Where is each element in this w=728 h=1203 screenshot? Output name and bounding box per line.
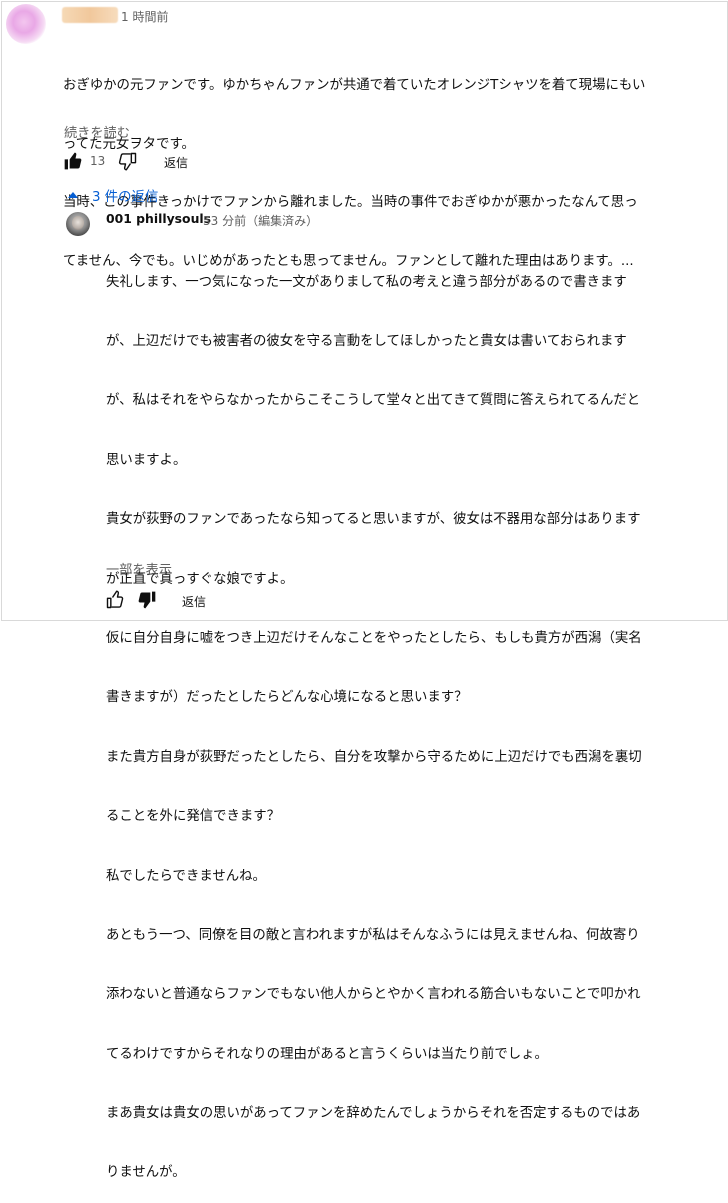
replies-toggle-button[interactable]: 3 件の返信 bbox=[68, 184, 158, 206]
replies-count-label: 3 件の返信 bbox=[92, 190, 159, 205]
show-part-link[interactable]: 一部を表示 bbox=[106, 559, 172, 578]
dislike-filled-icon[interactable] bbox=[137, 590, 157, 610]
reply-text-line: 貴女が荻野のファンであったなら知ってると思いますが、彼女は不器用な部分はあります bbox=[106, 512, 641, 528]
reply-button[interactable]: 返信 bbox=[164, 154, 188, 171]
dislike-outline-icon[interactable] bbox=[118, 151, 138, 171]
read-more-link[interactable]: 続きを読む bbox=[64, 122, 130, 141]
reply-text-line: りませんが。 bbox=[106, 1165, 186, 1181]
like-outline-icon[interactable] bbox=[105, 590, 125, 610]
avatar-face bbox=[72, 216, 84, 230]
reply-text-line: まあ貴女は貴女の思いがあってファンを辞めたんでしょうからそれを否定するものではあ bbox=[106, 1106, 641, 1122]
reply-text-line: また貴方自身が荻野だったとしたら、自分を攻撃から守るために上辺だけでも西潟を裏切 bbox=[106, 749, 642, 765]
reply-text-line: が、私はそれをやらなかったからこそこうして堂々と出てきて質問に答えられてるんだと bbox=[106, 393, 641, 409]
reply-text-line: てるわけですからそれなりの理由があると言うくらいは当たり前でしょ。 bbox=[106, 1046, 548, 1062]
reply-text-line: 思いますよ。 bbox=[106, 452, 187, 468]
reply-text: 失礼します、一つ気になった一文がありまして私の考えと違う部分があるので書きます … bbox=[106, 233, 691, 1203]
reply-text-line: 添わないと普通ならファンでもない他人からとやかく言われる筋合いもないことで叩かれ bbox=[106, 987, 641, 1003]
like-filled-icon[interactable] bbox=[63, 151, 83, 171]
reply-text-line: 私でしたらできませんね。 bbox=[106, 868, 266, 884]
like-count: 13 bbox=[90, 154, 106, 168]
reply-button[interactable]: 返信 bbox=[182, 593, 206, 610]
reply-author-name[interactable]: 001 phillysouls bbox=[106, 211, 211, 226]
reply-timestamp[interactable]: 53 分前（編集済み） bbox=[203, 212, 318, 229]
caret-up-icon bbox=[68, 192, 78, 198]
comment-text-line: おぎゆかの元ファンです。ゆかちゃんファンが共通で着ていたオレンジTシャツを着て現… bbox=[63, 78, 646, 93]
reply-text-line: 失礼します、一つ気になった一文がありまして私の考えと違う部分があるので書きます bbox=[106, 274, 627, 290]
comment-text-line: ってた元女ヲタです。 bbox=[63, 136, 195, 152]
reply-author-avatar[interactable] bbox=[66, 212, 90, 236]
reply-text-line: 仮に自分自身に嘘をつき上辺だけそんなことをやったとしたら、もしも貴方が西潟（実名 bbox=[106, 630, 642, 646]
reply-text-line: 書きますが）だったとしたらどんな心境になると思います？ bbox=[106, 690, 468, 706]
commenter-name-redacted[interactable] bbox=[62, 7, 118, 23]
comment-timestamp[interactable]: 1 時間前 bbox=[121, 8, 168, 25]
commenter-avatar[interactable] bbox=[6, 4, 46, 44]
reply-text-line: が、上辺だけでも被害者の彼女を守る言動をしてほしかったと貴女は書いておられます bbox=[106, 333, 627, 349]
reply-text-line: あともう一つ、同僚を目の敵と言われますが私はそんなふうには見えませんね、何故寄り bbox=[106, 927, 640, 943]
reply-text-line: ることを外に発信できます？ bbox=[106, 809, 281, 825]
reply-text-line: が正直で真っすぐな娘ですよ。 bbox=[106, 571, 294, 587]
